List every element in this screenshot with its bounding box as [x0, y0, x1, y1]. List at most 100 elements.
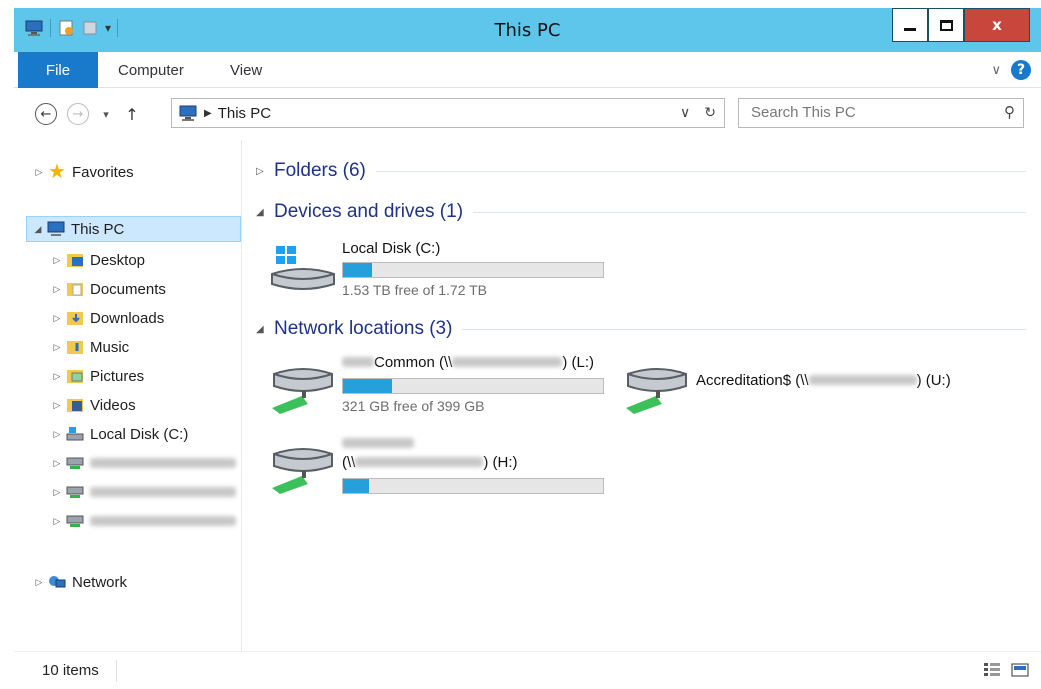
- drive-free-space: 321 GB free of 399 GB: [342, 398, 485, 414]
- star-icon: ★: [48, 161, 66, 183]
- collapse-triangle-icon[interactable]: ◢: [33, 224, 43, 235]
- expand-triangle-icon[interactable]: ▷: [52, 284, 62, 295]
- collapse-triangle-icon[interactable]: ◢: [256, 324, 274, 335]
- drive-local-disk-c[interactable]: Local Disk (C:) 1.53 TB free of 1.72 TB: [268, 236, 618, 300]
- redacted-label: [342, 438, 414, 448]
- drive-network-l[interactable]: Common (\\) (L:) 321 GB free of 399 GB: [268, 350, 618, 420]
- group-network-locations[interactable]: ◢ Network locations (3): [256, 318, 1026, 340]
- pictures-folder-icon: [67, 370, 83, 383]
- refresh-icon[interactable]: ↻: [704, 104, 716, 121]
- search-placeholder: Search This PC: [751, 104, 856, 121]
- expand-triangle-icon[interactable]: ▷: [34, 577, 44, 588]
- back-button[interactable]: ←: [34, 102, 58, 126]
- expand-triangle-icon[interactable]: ▷: [34, 167, 44, 178]
- main-pane: ▷ Folders (6) ◢ Devices and drives (1) L…: [242, 140, 1041, 651]
- nav-label-documents: Documents: [90, 280, 166, 298]
- up-button[interactable]: ↑: [120, 102, 144, 126]
- nav-item-local-disk-c[interactable]: ▷ Local Disk (C:): [52, 421, 189, 447]
- drive-usage-fill: [343, 479, 369, 493]
- address-dropdown-icon[interactable]: ∨: [680, 104, 690, 121]
- nav-item-desktop[interactable]: ▷ Desktop: [52, 247, 146, 273]
- expand-triangle-icon[interactable]: ▷: [52, 342, 62, 353]
- expand-triangle-icon[interactable]: ▷: [52, 313, 62, 324]
- redacted-label: [90, 516, 236, 526]
- expand-triangle-icon[interactable]: ▷: [52, 371, 62, 382]
- nav-item-this-pc[interactable]: ◢ This PC: [26, 216, 241, 242]
- nav-label-network: Network: [72, 573, 128, 591]
- forward-button[interactable]: →: [66, 102, 90, 126]
- maximize-button[interactable]: [928, 8, 964, 42]
- content-area: ▷ ★ Favorites ◢ This PC ▷ Desktop ▷ Docu…: [14, 140, 1041, 651]
- videos-folder-icon: [67, 399, 83, 412]
- drive-name: Common (\\) (L:): [342, 354, 594, 371]
- breadcrumb-this-pc[interactable]: This PC: [218, 105, 271, 122]
- group-divider: [462, 328, 1026, 330]
- network-drive-icon: [66, 515, 84, 527]
- nav-item-network-drive[interactable]: ▷: [52, 479, 236, 505]
- downloads-folder-icon: [67, 312, 83, 325]
- item-count: 10 items: [42, 662, 99, 679]
- search-input[interactable]: Search This PC ⚲: [738, 98, 1024, 128]
- large-icons-view-icon[interactable]: [1011, 662, 1029, 678]
- nav-label-desktop: Desktop: [90, 251, 146, 269]
- expand-triangle-icon[interactable]: ▷: [52, 255, 62, 266]
- expand-triangle-icon[interactable]: ▷: [52, 400, 62, 411]
- expand-triangle-icon[interactable]: ▷: [52, 429, 62, 440]
- nav-item-videos[interactable]: ▷ Videos: [52, 392, 136, 418]
- tab-computer[interactable]: Computer: [118, 62, 184, 79]
- drive-network-u[interactable]: Accreditation$ (\\) (U:): [622, 350, 1002, 420]
- drive-name: Local Disk (C:): [342, 240, 441, 257]
- nav-label-local-disk: Local Disk (C:): [90, 425, 189, 443]
- search-icon[interactable]: ⚲: [1004, 103, 1015, 121]
- group-devices[interactable]: ◢ Devices and drives (1): [256, 201, 1026, 223]
- forward-arrow-icon: →: [67, 103, 89, 125]
- expand-triangle-icon[interactable]: ▷: [256, 166, 274, 177]
- collapse-triangle-icon[interactable]: ◢: [256, 207, 274, 218]
- drive-usage-bar: [342, 378, 604, 394]
- ribbon-controls: ∨ ?: [991, 60, 1031, 80]
- breadcrumb-separator-icon[interactable]: ▶: [204, 108, 212, 119]
- details-view-icon[interactable]: [983, 662, 1001, 678]
- ribbon: File Computer View ∨ ?: [14, 52, 1041, 88]
- expand-ribbon-icon[interactable]: ∨: [991, 63, 1001, 78]
- group-divider: [473, 211, 1026, 213]
- nav-item-music[interactable]: ▷ Music: [52, 334, 130, 360]
- group-divider: [375, 170, 1026, 172]
- computer-icon: [179, 105, 197, 121]
- minimize-button[interactable]: [892, 8, 928, 42]
- network-drive-icon: [626, 368, 687, 414]
- maximize-icon: [939, 19, 953, 31]
- redacted-label: [90, 487, 236, 497]
- group-title-network: Network locations (3): [274, 318, 453, 339]
- nav-item-downloads[interactable]: ▷ Downloads: [52, 305, 165, 331]
- network-drive-icon: [272, 368, 333, 414]
- status-bar: 10 items: [14, 651, 1041, 689]
- nav-item-network[interactable]: ▷ Network: [34, 569, 127, 595]
- drive-usage-fill: [343, 379, 393, 393]
- expand-triangle-icon[interactable]: ▷: [52, 516, 62, 527]
- group-folders[interactable]: ▷ Folders (6): [256, 160, 1026, 182]
- group-title-folders: Folders (6): [274, 160, 366, 181]
- expand-triangle-icon[interactable]: ▷: [52, 487, 62, 498]
- desktop-folder-icon: [67, 254, 83, 267]
- up-arrow-icon: ↑: [125, 104, 139, 124]
- music-folder-icon: [67, 341, 83, 354]
- nav-item-favorites[interactable]: ▷ ★ Favorites: [34, 159, 134, 185]
- network-drive-icon: [66, 486, 84, 498]
- close-button[interactable]: x: [964, 8, 1030, 42]
- title-bar[interactable]: ▾ This PC x: [14, 8, 1041, 52]
- nav-item-pictures[interactable]: ▷ Pictures: [52, 363, 145, 389]
- help-icon[interactable]: ?: [1011, 60, 1031, 80]
- expand-triangle-icon[interactable]: ▷: [52, 458, 62, 469]
- nav-item-documents[interactable]: ▷ Documents: [52, 276, 166, 302]
- drive-name: Accreditation$ (\\) (U:): [696, 372, 951, 389]
- tab-view[interactable]: View: [230, 62, 262, 79]
- recent-locations-button[interactable]: ▾: [94, 102, 118, 126]
- address-bar[interactable]: ▶ This PC ∨ ↻: [171, 98, 725, 128]
- nav-item-network-drive[interactable]: ▷: [52, 450, 236, 476]
- drive-usage-fill: [343, 263, 372, 277]
- nav-item-network-drive[interactable]: ▷: [52, 508, 236, 534]
- tab-file[interactable]: File: [18, 52, 98, 88]
- redacted-label: [808, 375, 917, 385]
- drive-network-h[interactable]: (\\) (H:): [268, 430, 618, 500]
